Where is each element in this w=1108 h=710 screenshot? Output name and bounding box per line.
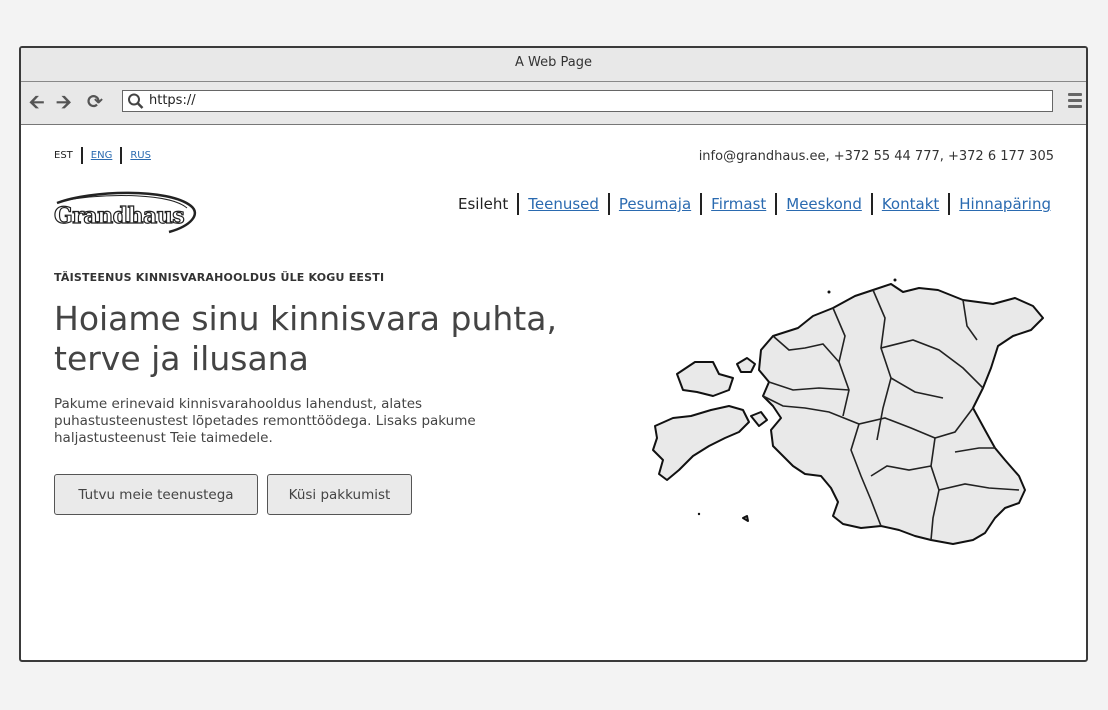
mainland: [758, 283, 1044, 545]
muhu-island: [750, 411, 768, 427]
hero-headline: Hoiame sinu kinnisvara puhta, terve ja i…: [54, 299, 557, 378]
hiiumaa-island: [676, 361, 734, 397]
islet: [697, 512, 701, 516]
window-title: A Web Page: [21, 48, 1086, 82]
search-icon: [128, 93, 144, 109]
divider: [80, 147, 83, 164]
estonia-map: [652, 278, 1044, 545]
main-navigation: Esileht Teenused Pesumaja Firmast Meesko…: [458, 193, 1051, 215]
url-input[interactable]: https://: [122, 90, 1053, 112]
divider: [120, 147, 123, 164]
divider: [700, 193, 703, 215]
back-arrow-icon[interactable]: 🡨: [29, 92, 44, 112]
lang-rus[interactable]: RUS: [130, 150, 151, 161]
vormsi-island: [736, 357, 756, 373]
lang-est[interactable]: EST: [54, 150, 73, 161]
saaremaa-island: [652, 405, 750, 481]
address-bar: 🡨 🡪 ⟳ https://: [21, 82, 1086, 125]
divider: [607, 193, 610, 215]
nav-item-teenused[interactable]: Teenused: [528, 195, 599, 213]
hamburger-menu-icon[interactable]: [1068, 93, 1082, 111]
services-button[interactable]: Tutvu meie teenustega: [54, 474, 258, 515]
lang-eng[interactable]: ENG: [91, 150, 113, 161]
request-quote-button[interactable]: Küsi pakkumist: [267, 474, 412, 515]
language-switcher: EST ENG RUS: [54, 147, 151, 164]
ruhnu-island: [742, 515, 749, 522]
svg-text:Grandhaus: Grandhaus: [54, 203, 184, 229]
hero-kicker: TÄISTEENUS KINNISVARAHOOLDUS ÜLE KOGU EE…: [54, 271, 385, 284]
browser-window: A Web Page 🡨 🡪 ⟳ https:// EST ENG RUS in…: [19, 46, 1088, 662]
hero-description: Pakume erinevaid kinnisvarahooldus lahen…: [54, 396, 476, 446]
nav-item-esileht[interactable]: Esileht: [458, 195, 508, 213]
nav-item-kontakt[interactable]: Kontakt: [882, 195, 939, 213]
logo[interactable]: Grandhaus: [51, 190, 201, 240]
divider: [775, 193, 778, 215]
nav-item-pesumaja[interactable]: Pesumaja: [619, 195, 691, 213]
reload-icon[interactable]: ⟳: [87, 92, 103, 112]
contact-info: info@grandhaus.ee, +372 55 44 777, +372 …: [698, 149, 1054, 164]
divider: [517, 193, 520, 215]
islet: [827, 290, 831, 294]
divider: [870, 193, 873, 215]
divider: [948, 193, 951, 215]
url-text: https://: [149, 93, 196, 108]
nav-item-hinnaparing[interactable]: Hinnapäring: [959, 195, 1051, 213]
nav-item-firmast[interactable]: Firmast: [711, 195, 766, 213]
islet: [893, 278, 897, 282]
forward-arrow-icon[interactable]: 🡪: [56, 92, 71, 112]
nav-item-meeskond[interactable]: Meeskond: [786, 195, 862, 213]
